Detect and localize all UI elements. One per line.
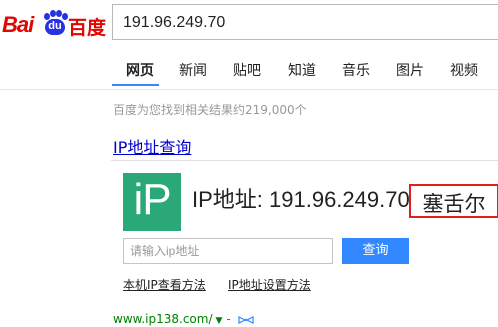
tab-web[interactable]: 网页 xyxy=(126,60,154,80)
logo-du-text: du xyxy=(48,20,62,32)
baidu-logo[interactable]: Bai du 百度 xyxy=(2,8,106,40)
ip-input-box[interactable] xyxy=(123,238,333,264)
result-source: www.ip138.com/▼ - xyxy=(113,312,254,326)
ip-input[interactable] xyxy=(130,243,326,259)
active-tab-indicator xyxy=(112,84,159,86)
bowtie-icon[interactable] xyxy=(237,315,254,324)
search-input[interactable] xyxy=(123,11,493,35)
tab-images[interactable]: 图片 xyxy=(396,60,424,80)
query-button[interactable]: 查询 xyxy=(342,238,409,264)
source-separator: - xyxy=(226,312,231,326)
tab-zhidao[interactable]: 知道 xyxy=(288,60,316,80)
source-url[interactable]: www.ip138.com/ xyxy=(113,312,213,326)
card-divider xyxy=(111,160,498,161)
ip-location-text: 塞舌尔 xyxy=(422,192,486,216)
logo-bai-text: Bai xyxy=(2,12,34,37)
search-box[interactable] xyxy=(112,4,498,40)
header: Bai du 百度 网页 新闻 贴吧 知道 音乐 图片 视频 xyxy=(0,0,498,90)
ip-logo-text: iP xyxy=(133,175,171,224)
tab-video[interactable]: 视频 xyxy=(450,60,478,80)
ip-address-line: IP地址: 191.96.249.70 xyxy=(192,187,410,212)
logo-chinese-text: 百度 xyxy=(68,17,107,39)
header-divider xyxy=(0,89,498,90)
chevron-down-icon[interactable]: ▼ xyxy=(216,316,223,326)
ip-lookup-card: iP IP地址: 191.96.249.70 塞舌尔 查询 本机IP查看方法 I… xyxy=(111,160,498,300)
paw-icon: du xyxy=(42,10,68,36)
ip-location-highlight: 塞舌尔 xyxy=(409,184,498,218)
ip-settings-help-link[interactable]: IP地址设置方法 xyxy=(228,276,311,293)
tab-tieba[interactable]: 贴吧 xyxy=(233,60,261,80)
ip-result-title-link[interactable]: IP地址查询 xyxy=(113,134,191,158)
tab-news[interactable]: 新闻 xyxy=(179,60,207,80)
result-count: 百度为您找到相关结果约219,000个 xyxy=(113,103,307,117)
tab-music[interactable]: 音乐 xyxy=(342,60,370,80)
ip-logo-icon: iP xyxy=(123,173,181,231)
local-ip-help-link[interactable]: 本机IP查看方法 xyxy=(123,276,206,293)
